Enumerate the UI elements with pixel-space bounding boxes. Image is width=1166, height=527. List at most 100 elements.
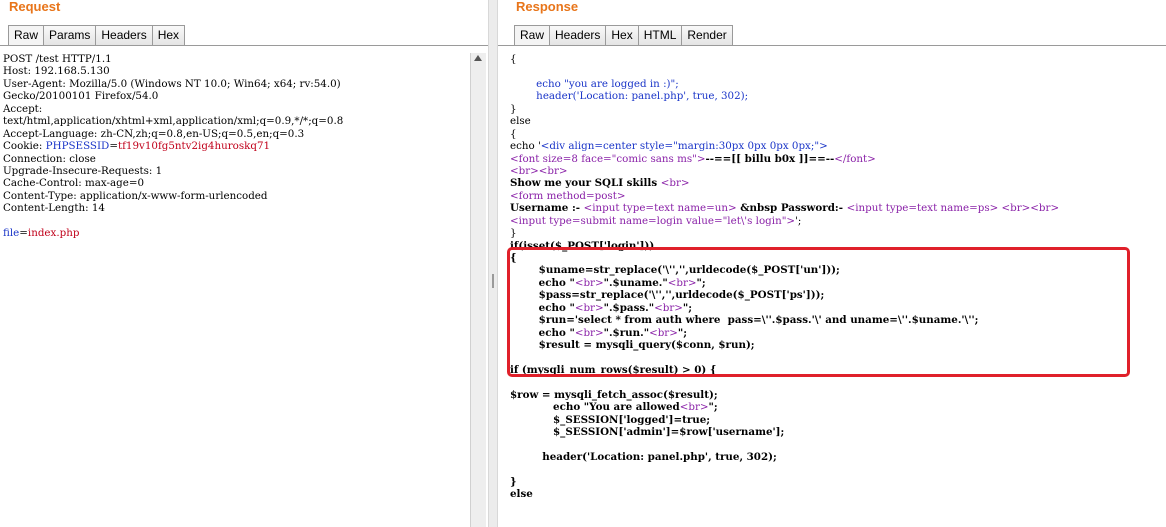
code-token: Upgrade-Insecure-Requests: 1 (3, 164, 163, 177)
code-token: if(isset($_POST['login'])) (510, 239, 655, 252)
request-tab-hex[interactable]: Hex (151, 25, 186, 46)
code-token: Cookie: (3, 140, 46, 153)
code-token: <br> (574, 326, 604, 339)
code-token: else (510, 488, 533, 501)
response-code-line: { (510, 128, 1059, 140)
request-tabs: Raw Params Headers Hex (8, 25, 186, 46)
request-code-line: Gecko/20100101 Firefox/54.0 (3, 90, 343, 102)
response-code-line: echo "you are logged in :)"; (510, 78, 1059, 90)
response-code-line: Username :- <input type=text name=un> &n… (510, 202, 1059, 214)
request-pane: Request Raw Params Headers Hex POST /test H… (0, 0, 488, 527)
code-token: <br><br> (510, 164, 568, 177)
response-code-line: $run='select * from auth where pass=\''.… (510, 314, 1059, 326)
pane-divider[interactable] (488, 0, 498, 527)
code-token: "; (708, 401, 718, 414)
code-token: "; (682, 301, 693, 314)
code-token: </font> (834, 152, 876, 165)
request-tab-params[interactable]: Params (43, 25, 96, 46)
response-code-line: else (510, 115, 1059, 127)
code-token: = (19, 227, 28, 240)
code-token: else (510, 115, 531, 128)
divider-grip-icon[interactable] (492, 274, 494, 288)
code-token: '; (795, 214, 802, 227)
code-token: Username :- (510, 202, 584, 215)
response-code-line: } (510, 476, 1059, 488)
code-token: "; (696, 276, 706, 289)
request-title: Request (9, 0, 61, 14)
response-code-line (510, 65, 1059, 77)
code-token: echo " (510, 301, 575, 314)
code-token: PHPSESSID (45, 140, 110, 153)
code-token: ".$run." (603, 326, 650, 339)
code-token: { (510, 53, 517, 65)
code-token: <br><br> (1001, 202, 1060, 215)
code-token: Accept-Language: zh-CN,zh;q=0.8,en-US;q=… (3, 127, 305, 140)
code-token: <br> (654, 301, 683, 314)
code-token: <input type=submit name=login value="let… (510, 214, 796, 227)
request-code-line: POST /test HTTP/1.1 (3, 53, 343, 65)
code-token: --==[[ billu b0x ]]==-- (705, 152, 835, 165)
code-token: Content-Length: 14 (3, 202, 105, 215)
response-tab-html[interactable]: HTML (637, 25, 682, 46)
code-token: "; (677, 326, 688, 339)
response-tab-underline (498, 45, 1166, 46)
request-code-line: Content-Type: application/x-www-form-url… (3, 190, 343, 202)
code-token: $pass=str_replace('\'','',urldecode($_PO… (510, 289, 825, 302)
response-code-line: <br><br> (510, 165, 1059, 177)
request-scrollbar[interactable] (470, 53, 486, 527)
code-token: <input type=text name=un> (583, 202, 737, 215)
request-code-line: User-Agent: Mozilla/5.0 (Windows NT 10.0… (3, 78, 343, 90)
response-tab-headers[interactable]: Headers (549, 25, 606, 46)
code-token: ".$uname." (603, 276, 668, 289)
code-token: header('Location: panel.php', true, 302)… (510, 90, 749, 103)
request-code-line: Accept-Language: zh-CN,zh;q=0.8,en-US;q=… (3, 128, 343, 140)
code-token: $row = mysqli_fetch_assoc($result); (510, 388, 718, 401)
code-token: <br> (679, 401, 709, 414)
response-tab-raw[interactable]: Raw (514, 25, 550, 46)
code-token: <br> (660, 177, 690, 190)
response-code-line: echo "<br>".$pass."<br>"; (510, 302, 1059, 314)
response-code-line: Show me your SQLI skills <br> (510, 177, 1059, 189)
code-token: <input type=text name=ps> (846, 202, 999, 215)
code-token: $_SESSION['logged']=true; (510, 413, 711, 426)
code-token: <font size=8 face="comic sans ms"> (510, 152, 706, 165)
response-code-line: <form method=post> (510, 190, 1059, 202)
code-token: $result = mysqli_query($conn, $run); (510, 339, 755, 352)
request-tab-underline (0, 45, 488, 46)
response-body[interactable]: { echo "you are logged in :)"; header('L… (510, 53, 1059, 501)
code-token: header('Location: panel.php', true, 302)… (510, 451, 777, 463)
request-tab-headers[interactable]: Headers (95, 25, 152, 46)
response-code-line (510, 439, 1059, 451)
response-code-line: header('Location: panel.php', true, 302)… (510, 90, 1059, 102)
response-code-line: if(isset($_POST['login'])) (510, 240, 1059, 252)
request-code-line: Cookie: PHPSESSID=tf19v10fg5ntv2ig4huros… (3, 140, 343, 152)
code-token: file (3, 227, 20, 240)
request-code-line: Connection: close (3, 153, 343, 165)
code-token: <br> (667, 276, 697, 289)
code-token: Show me your SQLI skills (510, 177, 661, 190)
response-code-line: <input type=submit name=login value="let… (510, 215, 1059, 227)
scroll-up-arrow-icon[interactable] (474, 55, 482, 61)
response-code-line: echo "<br>".$run."<br>"; (510, 327, 1059, 339)
code-token: echo " (510, 276, 575, 289)
response-title: Response (516, 0, 579, 14)
request-code-line: Content-Length: 14 (3, 202, 343, 214)
response-tab-render[interactable]: Render (681, 25, 733, 46)
request-code-line: text/html,application/xhtml+xml,applicat… (3, 115, 343, 127)
response-code-line: echo "<br>".$uname."<br>"; (510, 277, 1059, 289)
code-token: <br> (649, 326, 678, 339)
code-token: echo " (510, 326, 575, 339)
request-code-line: Cache-Control: max-age=0 (3, 177, 343, 189)
response-code-line: $row = mysqli_fetch_assoc($result); (510, 389, 1059, 401)
code-token: <form method=post> (510, 189, 626, 202)
code-token: $uname=str_replace('\'','',urldecode($_P… (510, 264, 840, 277)
code-token: POST /test HTTP/1.1 (3, 53, 112, 65)
response-pane: Response Raw Headers Hex HTML Render { echo … (498, 0, 1166, 527)
request-tab-raw[interactable]: Raw (8, 25, 44, 46)
code-token: } (510, 102, 517, 115)
code-token: if (mysqli_num_rows($result) > 0) { (510, 363, 717, 376)
response-code-line: $uname=str_replace('\'','',urldecode($_P… (510, 264, 1059, 276)
response-code-line: if (mysqli_num_rows($result) > 0) { (510, 364, 1059, 376)
response-tab-hex[interactable]: Hex (605, 25, 638, 46)
request-body[interactable]: POST /test HTTP/1.1 Host: 192.168.5.130 Us… (3, 53, 343, 240)
